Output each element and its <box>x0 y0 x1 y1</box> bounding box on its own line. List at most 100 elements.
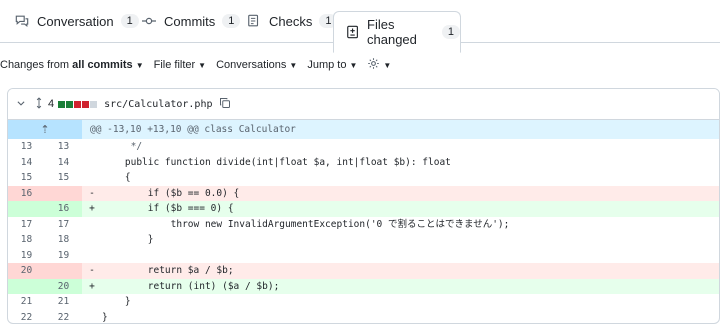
code-line: if ($b === 0) { <box>102 203 234 214</box>
old-line-number[interactable]: 17 <box>8 217 45 233</box>
file-header: 4 src/Calculator.php <box>8 89 719 120</box>
caret-down-icon: ▼ <box>289 60 298 70</box>
diffstat-removed-block <box>74 100 82 108</box>
tab-conversation[interactable]: Conversation 1 <box>14 0 139 42</box>
new-line-number[interactable]: 15 <box>45 170 82 186</box>
new-line-number[interactable]: 18 <box>45 232 82 248</box>
diff-sign <box>82 217 102 233</box>
new-line-number[interactable]: 21 <box>45 294 82 310</box>
diff-line: 21 21 } <box>8 294 719 310</box>
old-line-number[interactable]: 19 <box>8 248 45 264</box>
diff-sign <box>82 310 102 324</box>
diff-line: 17 17 throw new InvalidArgumentException… <box>8 217 719 233</box>
added-line: 16 + if ($b === 0) { <box>8 201 719 217</box>
diff-sign <box>82 170 102 186</box>
expand-up-icon[interactable]: ⇡ <box>8 120 82 139</box>
code-line: if ($b == 0.0) { <box>102 187 240 199</box>
old-line-number[interactable] <box>8 278 45 294</box>
diffstat-added-block <box>66 100 74 108</box>
old-line-number[interactable]: 15 <box>8 170 45 186</box>
hunk-header: ⇡ @@ -13,10 +13,10 @@ class Calculator <box>8 120 719 139</box>
diff-sign: - <box>89 265 95 276</box>
caret-down-icon: ▼ <box>349 60 358 70</box>
new-line-number[interactable]: 20 <box>45 278 82 294</box>
code-line: } <box>102 311 108 323</box>
diff-sign <box>82 232 102 248</box>
new-line-number[interactable] <box>45 185 82 201</box>
old-line-number[interactable]: 22 <box>8 310 45 324</box>
code-line: public function divide(int|float $a, int… <box>102 156 451 168</box>
diffstat-added-block <box>58 100 66 108</box>
code-line: } <box>102 234 154 245</box>
tab-commits[interactable]: Commits 1 <box>141 0 241 42</box>
file-diff-icon <box>346 24 360 40</box>
new-line-number[interactable]: 17 <box>45 217 82 233</box>
jump-to-dropdown[interactable]: Jump to ▼ <box>307 59 357 71</box>
tab-counter: 1 <box>222 14 241 28</box>
old-line-number[interactable]: 14 <box>8 155 45 171</box>
code-line: return $a / $b; <box>102 265 234 276</box>
old-line-number[interactable]: 21 <box>8 294 45 310</box>
git-commit-icon <box>141 13 157 29</box>
diff-sign <box>82 139 102 155</box>
diff-line: 22 22 } <box>8 310 719 324</box>
conversations-dropdown[interactable]: Conversations ▼ <box>216 59 297 71</box>
caret-down-icon: ▼ <box>198 60 207 70</box>
pr-tab-bar: Conversation 1 Commits 1 Checks 1 Files … <box>0 0 720 53</box>
file-filter-label: File filter <box>153 59 196 71</box>
tab-label: Conversation <box>37 13 114 29</box>
tab-checks[interactable]: Checks 1 <box>246 0 338 42</box>
diff-sign <box>82 248 102 264</box>
old-line-number[interactable]: 16 <box>8 185 45 201</box>
diffstat-blocks <box>58 100 98 108</box>
diffstat-neutral-block <box>90 100 98 108</box>
new-line-number[interactable]: 22 <box>45 310 82 324</box>
new-line-number[interactable]: 13 <box>45 139 82 155</box>
file-filter-dropdown[interactable]: File filter ▼ <box>154 59 206 71</box>
old-line-number[interactable] <box>8 201 45 217</box>
diff-change-count: 4 <box>48 98 55 110</box>
old-line-number[interactable]: 18 <box>8 232 45 248</box>
tab-label: Checks <box>269 13 313 29</box>
chevron-down-icon[interactable] <box>16 98 26 111</box>
gear-icon <box>367 57 380 73</box>
code-line: } <box>102 296 131 307</box>
diffstat-removed-block <box>82 100 90 108</box>
file-path[interactable]: src/Calculator.php <box>104 99 212 110</box>
tab-files-changed[interactable]: Files changed 1 <box>333 11 461 53</box>
added-line: 20 + return (int) ($a / $b); <box>8 278 719 294</box>
deleted-line: 16 - if ($b == 0.0) { <box>8 185 719 201</box>
tab-counter: 1 <box>441 25 460 39</box>
diff-line: 15 15 { <box>8 170 719 186</box>
caret-down-icon: ▼ <box>135 60 144 70</box>
code-line: { <box>102 172 131 183</box>
old-line-number[interactable]: 20 <box>8 263 45 279</box>
code-line: throw new InvalidArgumentException('0 で割… <box>102 218 510 230</box>
new-line-number[interactable]: 19 <box>45 248 82 264</box>
new-line-number[interactable]: 14 <box>45 155 82 171</box>
diff-sign: - <box>89 187 95 199</box>
code-line: */ <box>102 141 143 152</box>
expand-all-icon[interactable] <box>34 96 44 112</box>
changes-from-dropdown[interactable]: Changes from all commits ▼ <box>0 59 144 71</box>
checklist-icon <box>246 13 262 29</box>
code-line: return (int) ($a / $b); <box>102 280 280 292</box>
diff-sign: + <box>89 280 95 292</box>
hunk-header-text: @@ -13,10 +13,10 @@ class Calculator <box>90 124 296 135</box>
deleted-line: 20 - return $a / $b; <box>8 263 719 279</box>
diff-line: 14 14 public function divide(int|float $… <box>8 155 719 171</box>
changes-from-prefix: Changes from <box>0 59 70 71</box>
old-line-number[interactable]: 13 <box>8 139 45 155</box>
new-line-number[interactable]: 16 <box>45 201 82 217</box>
comment-discussion-icon <box>14 13 30 29</box>
tab-label: Files changed <box>367 17 417 47</box>
new-line-number[interactable] <box>45 263 82 279</box>
settings-dropdown[interactable]: ▼ <box>367 57 391 73</box>
conversations-label: Conversations <box>216 59 287 71</box>
diff-sign <box>82 294 102 310</box>
diff-sign: + <box>89 203 95 214</box>
copy-icon[interactable] <box>219 97 231 112</box>
tab-label: Commits <box>164 13 216 29</box>
diff-toolbar: Changes from all commits ▼ File filter ▼… <box>0 56 401 74</box>
